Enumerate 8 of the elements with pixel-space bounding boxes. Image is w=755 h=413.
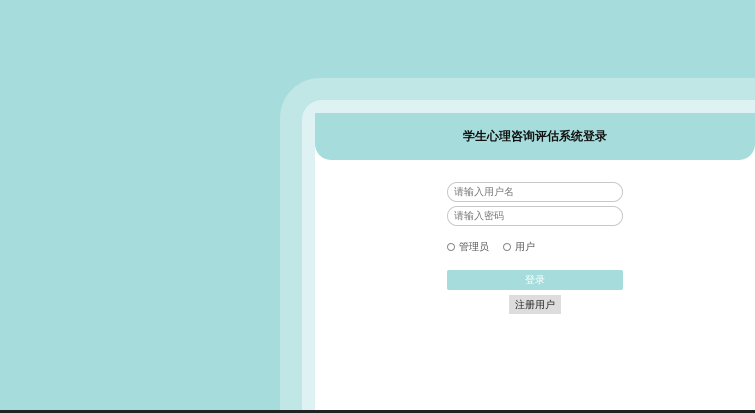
radio-label[interactable]: 用户 <box>515 240 535 254</box>
radio-label[interactable]: 管理员 <box>459 240 489 254</box>
radio-button[interactable] <box>447 243 455 251</box>
radio-button[interactable] <box>503 243 511 251</box>
login-title: 学生心理咨询评估系统登录 <box>463 128 607 145</box>
password-field[interactable]: 请输入密码 <box>447 206 623 226</box>
register-button[interactable]: 注册用户 <box>509 295 561 314</box>
username-field[interactable]: 请输入用户名 <box>447 182 623 202</box>
